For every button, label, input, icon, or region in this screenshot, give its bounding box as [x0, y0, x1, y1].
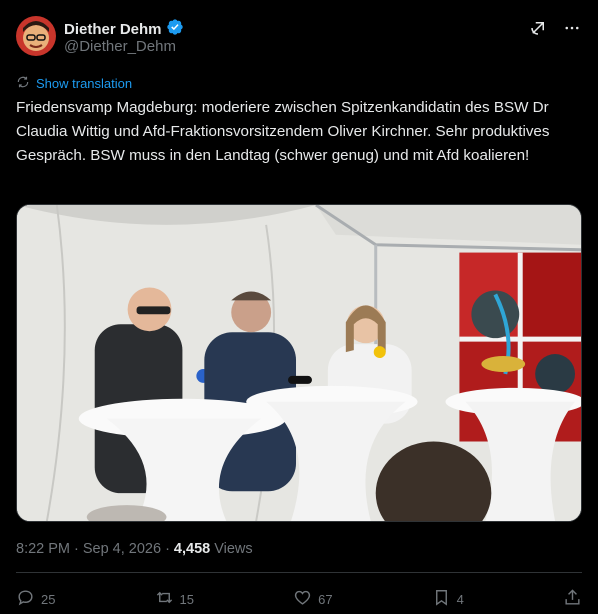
show-translation-link[interactable]: Show translation — [16, 75, 132, 92]
like-icon — [293, 588, 312, 610]
bookmark-icon — [432, 588, 451, 610]
tweet-header: Diether Dehm @Diether_Dehm — [16, 14, 582, 58]
grok-icon[interactable] — [528, 18, 548, 38]
bookmark-button[interactable]: 4 — [432, 588, 464, 610]
views-label: Views — [214, 541, 253, 557]
reply-count: 25 — [41, 591, 56, 607]
more-icon[interactable] — [562, 18, 582, 38]
show-translation-label: Show translation — [36, 76, 133, 91]
tweet-date[interactable]: Sep 4, 2026 — [83, 541, 161, 557]
tweet-text: Friedensvamp Magdeburg: moderiere zwisch… — [16, 99, 550, 164]
author-handle[interactable]: @Diether_Dehm — [64, 38, 176, 55]
header-actions — [528, 18, 582, 38]
meta-separator: · — [165, 541, 170, 557]
reply-icon — [16, 588, 35, 610]
repost-button[interactable]: 15 — [155, 588, 194, 610]
translate-icon — [16, 75, 30, 92]
author-avatar[interactable] — [16, 16, 56, 56]
views-count: 4,458 — [173, 541, 211, 557]
share-icon — [563, 588, 582, 610]
repost-icon — [155, 588, 174, 610]
like-button[interactable]: 67 — [293, 588, 333, 610]
bookmark-count: 4 — [456, 591, 464, 607]
action-bar: 25 15 67 4 — [16, 586, 582, 612]
like-count: 67 — [318, 591, 333, 607]
tweet-time[interactable]: 8:22 PM — [16, 541, 70, 557]
repost-count: 15 — [179, 591, 195, 607]
tweet-photo[interactable] — [16, 204, 582, 522]
share-button[interactable] — [563, 588, 582, 610]
meta-separator: · — [74, 541, 79, 557]
author-name[interactable]: Diether Dehm — [64, 21, 162, 38]
reply-button[interactable]: 25 — [16, 588, 55, 610]
divider — [16, 572, 582, 573]
tweet-meta: 8:22 PM · Sep 4, 2026 · 4,458 Views — [16, 541, 253, 557]
